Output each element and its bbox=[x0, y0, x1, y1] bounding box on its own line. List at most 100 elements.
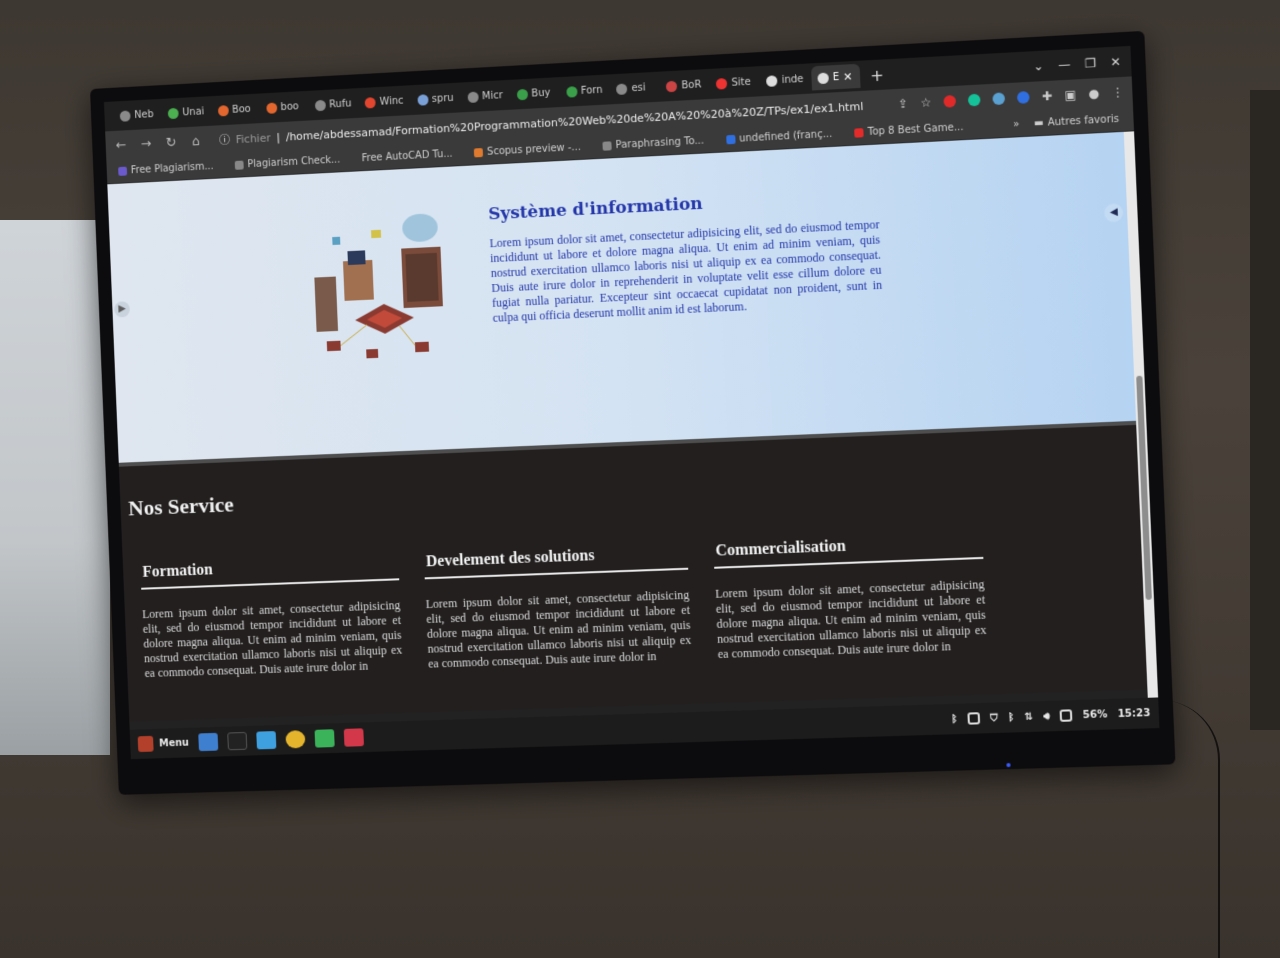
new-tab-button[interactable]: + bbox=[862, 65, 893, 86]
tab-close-icon[interactable]: ✕ bbox=[843, 70, 853, 84]
tab-label: Boo bbox=[231, 103, 251, 116]
share-icon[interactable]: ⇪ bbox=[898, 96, 909, 111]
service-card: Develement des solutions Lorem ipsum dol… bbox=[423, 543, 692, 673]
tab-label: inde bbox=[781, 73, 804, 86]
close-window-icon[interactable]: ✕ bbox=[1110, 55, 1121, 70]
active-tab-label: E bbox=[832, 71, 840, 83]
other-bookmarks[interactable]: ▬ Autres favoris bbox=[1034, 114, 1120, 130]
carousel-prev-icon[interactable]: ▶ bbox=[114, 301, 131, 318]
tab-label: Winc bbox=[379, 95, 404, 108]
bookmark-item[interactable]: Top 8 Best Game... bbox=[854, 121, 964, 139]
store-icon[interactable] bbox=[314, 729, 335, 748]
bookmark-label: Top 8 Best Game... bbox=[867, 121, 964, 139]
start-menu-button[interactable]: Menu bbox=[137, 735, 190, 753]
carousel-next-icon[interactable]: ◀ bbox=[1104, 203, 1124, 223]
hero-text: Système d'information Lorem ipsum dolor … bbox=[488, 185, 883, 326]
clipboard-icon[interactable] bbox=[967, 712, 981, 725]
profile-icon[interactable]: ● bbox=[1088, 86, 1099, 101]
tab-favicon-icon bbox=[314, 99, 326, 111]
viewer-icon[interactable] bbox=[343, 728, 364, 747]
browser-tab[interactable]: inde bbox=[760, 66, 810, 93]
service-card-body: Lorem ipsum dolor sit amet, consectetur … bbox=[425, 587, 692, 671]
bluetooth-icon[interactable]: ᛒ bbox=[951, 713, 958, 724]
service-card-body: Lorem ipsum dolor sit amet, consectetur … bbox=[715, 577, 987, 662]
screen-extension-icon[interactable] bbox=[992, 92, 1006, 106]
browser-tab[interactable]: Forn bbox=[560, 77, 609, 104]
browser-tab[interactable]: Micr bbox=[461, 83, 509, 109]
shield-icon[interactable]: ⛉ bbox=[990, 712, 998, 723]
bookmarks-overflow-icon[interactable]: » bbox=[1013, 119, 1020, 130]
restore-icon[interactable]: ❐ bbox=[1085, 56, 1097, 71]
vpn-extension-icon[interactable] bbox=[1017, 91, 1030, 104]
other-bookmarks-label: Autres favoris bbox=[1047, 113, 1120, 129]
bookmark-item[interactable]: Free AutoCAD Tu... bbox=[361, 149, 452, 165]
browser-tab[interactable]: Neb bbox=[114, 102, 161, 128]
forward-icon[interactable]: → bbox=[138, 136, 154, 152]
tab-search-chevron-icon[interactable]: ⌄ bbox=[1033, 59, 1044, 74]
bookmark-label: Plagiarism Check... bbox=[247, 154, 341, 171]
browser-tab[interactable]: esi bbox=[610, 75, 659, 102]
tab-favicon-icon bbox=[167, 107, 179, 119]
grammarly-extension-icon[interactable] bbox=[967, 93, 981, 107]
browser-tab[interactable]: boo bbox=[260, 94, 308, 120]
tab-favicon-icon bbox=[516, 88, 528, 100]
side-panel-icon[interactable]: ▣ bbox=[1064, 88, 1076, 103]
tab-favicon-icon bbox=[416, 93, 429, 106]
service-card: Commercialisation Lorem ipsum dolor sit … bbox=[713, 532, 987, 663]
more-menu-icon[interactable]: ⋮ bbox=[1111, 85, 1124, 100]
browser-tab[interactable]: Unai bbox=[162, 99, 211, 125]
files-icon[interactable] bbox=[256, 731, 277, 750]
tab-label: spru bbox=[431, 92, 454, 105]
service-card-title: Formation bbox=[140, 554, 400, 590]
reload-icon[interactable]: ↻ bbox=[163, 135, 179, 151]
browser-tab[interactable]: spru bbox=[411, 86, 460, 112]
tab-label: Micr bbox=[481, 89, 504, 102]
browser-tab[interactable]: BoR bbox=[660, 72, 709, 99]
service-card-title: Commercialisation bbox=[713, 532, 984, 569]
bookmarks-right: » ▬ Autres favoris bbox=[1013, 113, 1134, 131]
bluetooth-manager-icon[interactable]: ᛒ bbox=[1008, 712, 1015, 723]
bookmark-label: Paraphrasing To... bbox=[615, 135, 705, 152]
tab-label: Site bbox=[731, 76, 751, 89]
bookmark-item[interactable]: Scopus preview -... bbox=[474, 142, 581, 158]
tab-favicon-icon bbox=[467, 91, 479, 103]
terminal-icon[interactable] bbox=[227, 731, 248, 751]
tv-frame: Neb Unai Boo boo Rufu Winc spru Micr Buy… bbox=[89, 30, 1176, 795]
back-icon[interactable]: ← bbox=[113, 138, 129, 154]
tab-label: Forn bbox=[580, 84, 603, 97]
bookmark-star-icon[interactable]: ☆ bbox=[920, 95, 932, 110]
service-card-title: Develement des solutions bbox=[423, 543, 689, 580]
toolbar-icons: ⇪ ☆ ✚ ▣ ● ⋮ bbox=[898, 85, 1125, 111]
tab-label: boo bbox=[280, 100, 299, 113]
wall-left bbox=[0, 220, 110, 755]
browser-tab[interactable]: Rufu bbox=[308, 91, 357, 117]
active-tab[interactable]: E ✕ bbox=[811, 63, 861, 91]
minimize-icon[interactable]: — bbox=[1058, 57, 1071, 72]
show-desktop-icon[interactable] bbox=[198, 732, 219, 752]
bookmark-item[interactable]: Paraphrasing To... bbox=[602, 135, 704, 151]
tab-label: BoR bbox=[681, 78, 702, 91]
tab-label: Unai bbox=[182, 105, 205, 118]
browser-tab[interactable]: Buy bbox=[510, 80, 558, 106]
menu-logo-icon bbox=[137, 735, 154, 753]
address-divider: | bbox=[276, 130, 281, 144]
tab-favicon-icon bbox=[817, 71, 829, 84]
tab-label: Buy bbox=[531, 87, 551, 100]
bookmark-item[interactable]: Plagiarism Check... bbox=[234, 154, 341, 171]
battery-icon[interactable] bbox=[1059, 709, 1073, 722]
opera-extension-icon[interactable] bbox=[943, 94, 957, 108]
browser-tab[interactable]: Boo bbox=[211, 97, 258, 123]
bookmark-item[interactable]: Free Plagiarism... bbox=[118, 161, 214, 177]
browser-tab[interactable]: Winc bbox=[359, 88, 410, 114]
home-icon[interactable]: ⌂ bbox=[188, 134, 204, 150]
browser-tab[interactable]: Site bbox=[710, 69, 759, 96]
tab-favicon-icon bbox=[217, 104, 229, 117]
info-icon[interactable]: ⓘ bbox=[219, 132, 230, 148]
bookmark-item[interactable]: undefined (franç... bbox=[725, 128, 833, 146]
volume-icon[interactable]: 🔊︎ bbox=[1043, 711, 1050, 722]
chrome-icon[interactable] bbox=[285, 730, 306, 749]
network-icon[interactable]: ⇅ bbox=[1024, 711, 1033, 722]
bookmark-label: undefined (franç... bbox=[738, 128, 833, 145]
tab-favicon-icon bbox=[766, 74, 778, 87]
extensions-puzzle-icon[interactable]: ✚ bbox=[1042, 89, 1053, 104]
